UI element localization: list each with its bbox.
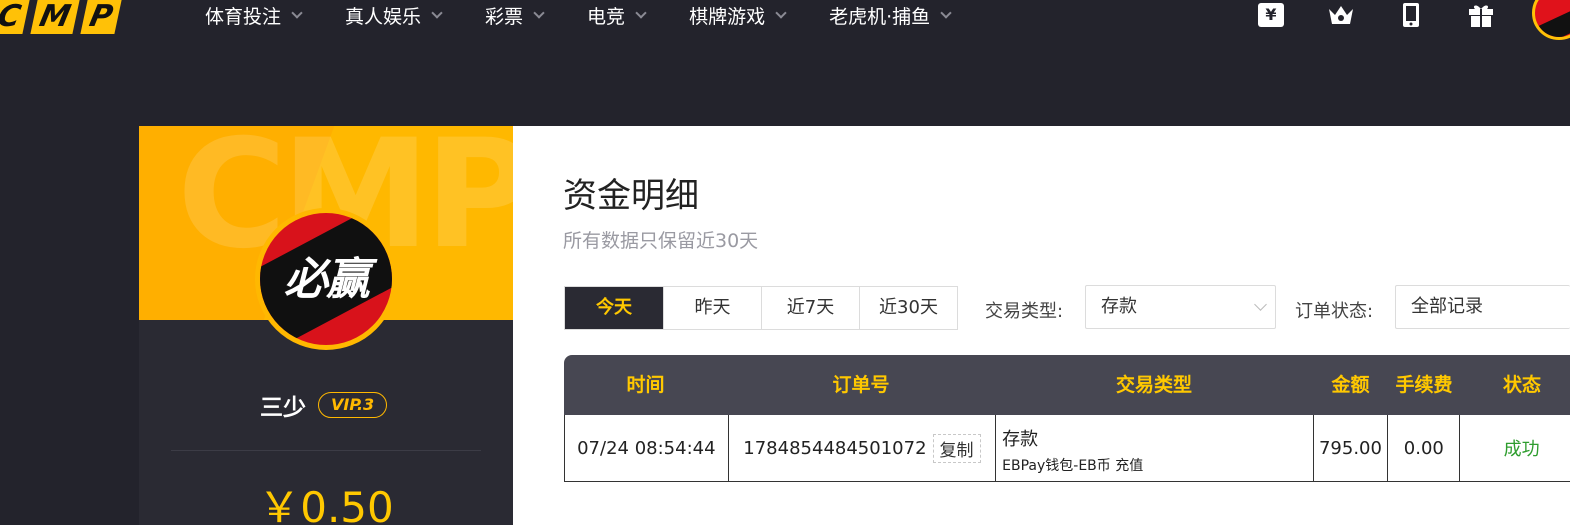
nav-item-sports[interactable]: 体育投注: [205, 2, 303, 29]
vip-badge: VIP.3: [318, 392, 388, 418]
nav-label: 真人娱乐: [345, 5, 422, 28]
top-navbar: C M P 体育投注 真人娱乐 彩票 电竞 棋牌游戏 老虎机·捕鱼: [0, 0, 1570, 40]
nav-label: 老虎机·捕鱼: [829, 5, 931, 28]
column-header: 状态: [1502, 374, 1541, 396]
tab-last-30-days[interactable]: 近30天: [859, 287, 957, 329]
nav-item-live-casino[interactable]: 真人娱乐: [345, 2, 443, 29]
site-logo[interactable]: C M P: [0, 0, 122, 34]
username: 三少: [260, 395, 306, 421]
transaction-type-label: 交易类型:: [985, 301, 1064, 322]
chevron-down-icon: [431, 6, 443, 19]
column-header: 金额: [1331, 374, 1370, 396]
column-header: 订单号: [832, 374, 890, 396]
cell-fee: 0.00: [1387, 415, 1459, 481]
avatar-logo-text: 必赢: [284, 254, 370, 305]
phone-icon[interactable]: [1398, 3, 1424, 27]
page-title: 资金明细: [563, 176, 699, 216]
table-header: 时间 订单号 交易类型 金额 手续费 状态: [564, 355, 1570, 415]
logo-letter: P: [80, 0, 122, 34]
chevron-down-icon: [775, 6, 787, 19]
order-status-select[interactable]: 全部记录: [1395, 285, 1570, 329]
tab-last-7-days[interactable]: 近7天: [761, 287, 859, 329]
copy-button[interactable]: 复制: [932, 433, 981, 463]
ticket-icon[interactable]: [1258, 3, 1284, 27]
transaction-type-select[interactable]: 存款: [1085, 285, 1276, 329]
gift-icon[interactable]: [1468, 3, 1494, 27]
nav-item-card-games[interactable]: 棋牌游戏: [689, 2, 787, 29]
cell-order-number: 1784854484501072 复制: [727, 415, 995, 481]
transaction-detail: EBPay钱包-EB币 充值: [1002, 458, 1144, 474]
main-panel: 资金明细 所有数据只保留近30天 今天 昨天 近7天 近30天 交易类型: 存款…: [513, 126, 1570, 525]
column-header: 时间: [626, 374, 665, 396]
nav-item-lottery[interactable]: 彩票: [485, 2, 545, 29]
nav-item-esports[interactable]: 电竞: [587, 2, 647, 29]
logo-letter: M: [30, 0, 80, 34]
transaction-type: 存款: [1002, 429, 1039, 450]
main-nav: 体育投注 真人娱乐 彩票 电竞 棋牌游戏 老虎机·捕鱼: [205, 0, 994, 30]
nav-label: 体育投注: [205, 5, 282, 28]
profile-avatar: 必赢: [255, 208, 397, 350]
cell-time: 07/24 08:54:44: [577, 437, 716, 459]
transactions-table: 时间 订单号 交易类型 金额 手续费 状态 07/24 08:54:44 178…: [564, 355, 1570, 482]
order-status-value: 全部记录: [1411, 296, 1483, 317]
profile-panel: CMP 必赢 三少 VIP.3 ￥0.50: [139, 126, 513, 525]
chevron-down-icon: [533, 6, 545, 19]
tab-yesterday[interactable]: 昨天: [663, 287, 761, 329]
chevron-down-icon: [1254, 298, 1267, 311]
nav-label: 电竞: [587, 5, 626, 28]
top-icon-group: [1258, 0, 1538, 30]
crown-icon[interactable]: [1328, 3, 1354, 27]
table-row: 07/24 08:54:44 1784854484501072 复制 存款 EB…: [564, 415, 1570, 482]
date-range-tabs: 今天 昨天 近7天 近30天: [564, 286, 958, 330]
chevron-down-icon: [940, 6, 952, 19]
chevron-down-icon: [635, 6, 647, 19]
page-subtitle: 所有数据只保留近30天: [563, 230, 759, 252]
divider: [171, 450, 481, 451]
user-avatar[interactable]: [1532, 0, 1570, 40]
chevron-down-icon: [291, 6, 303, 19]
logo-letter: C: [0, 0, 30, 34]
column-header: 交易类型: [1115, 374, 1192, 396]
cell-status: 成功: [1459, 415, 1570, 481]
order-status-label: 订单状态:: [1295, 301, 1374, 322]
transaction-type-value: 存款: [1101, 296, 1137, 317]
balance-amount: ￥0.50: [258, 483, 394, 525]
cell-transaction-type: 存款 EBPay钱包-EB币 充值: [995, 415, 1312, 481]
order-number: 1784854484501072: [743, 437, 927, 459]
cell-amount: 795.00: [1312, 415, 1388, 481]
profile-name-row: 三少 VIP.3: [260, 388, 388, 422]
tab-today[interactable]: 今天: [565, 287, 663, 329]
nav-item-slots-fishing[interactable]: 老虎机·捕鱼: [829, 2, 952, 29]
column-header: 手续费: [1395, 374, 1453, 396]
nav-label: 棋牌游戏: [689, 5, 766, 28]
nav-label: 彩票: [485, 5, 524, 28]
